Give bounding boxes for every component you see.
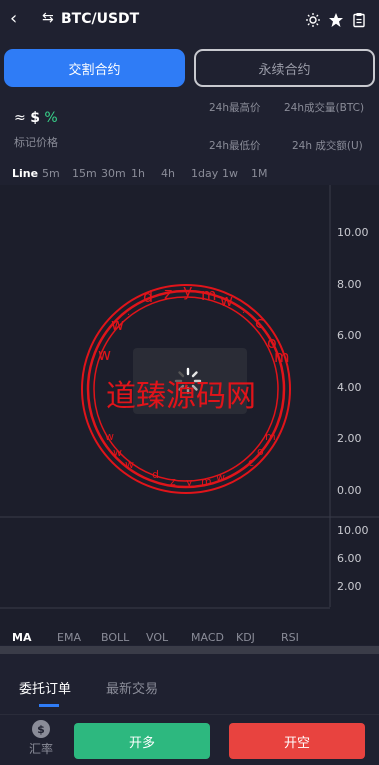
dollar-coin-icon: $ xyxy=(32,720,50,738)
svg-text:·: · xyxy=(242,308,245,319)
svg-text:m: m xyxy=(201,285,217,304)
timeframe-1h[interactable]: 1h xyxy=(131,167,145,180)
stat-24h-volume-btc: 24h成交量(BTC) xyxy=(284,102,365,114)
header: ‹ ⇆ BTC/USDT xyxy=(0,0,379,40)
indicator-vol[interactable]: VOL xyxy=(146,631,168,644)
timeframe-1M[interactable]: 1M xyxy=(251,167,268,180)
exchange-rate-label: 汇率 xyxy=(28,742,53,756)
svg-text:w: w xyxy=(216,471,225,484)
swap-arrows-icon[interactable]: ⇆ xyxy=(42,10,54,26)
contract-tabs: 交割合约 永续合约 xyxy=(4,49,375,89)
exchange-rate-button[interactable]: $ 汇率 xyxy=(26,720,56,757)
pair-title[interactable]: BTC/USDT xyxy=(61,11,139,27)
mark-price-label: 标记价格 xyxy=(14,136,58,149)
svg-text:m: m xyxy=(265,430,276,443)
svg-text:w: w xyxy=(113,446,122,459)
svg-text:o: o xyxy=(257,445,264,458)
back-chevron-icon[interactable]: ‹ xyxy=(10,8,17,29)
svg-text:w: w xyxy=(125,458,134,471)
dollar-sign: $ xyxy=(30,110,40,126)
svg-text:c: c xyxy=(255,313,264,332)
tab-open-orders[interactable]: 委托订单 xyxy=(19,678,71,697)
svg-text:y: y xyxy=(186,476,193,489)
tab-perpetual-contract[interactable]: 永续合约 xyxy=(194,49,375,87)
indicator-ema[interactable]: EMA xyxy=(57,631,81,644)
open-long-button[interactable]: 开多 xyxy=(74,723,210,759)
change-percent: % xyxy=(44,110,58,126)
order-tabs: 委托订单 最新交易 xyxy=(0,654,379,714)
svg-text:d: d xyxy=(143,287,153,306)
sub-axis-label: 6.00 xyxy=(337,552,362,565)
axis-label: 8.00 xyxy=(337,278,362,291)
timeframe-1w[interactable]: 1w xyxy=(222,167,238,180)
indicator-boll[interactable]: BOLL xyxy=(101,631,129,644)
sub-axis-label: 2.00 xyxy=(337,580,362,593)
watermark-stamp: dzy mw w · c· wo m www dz y mw moc 道臻源码网 xyxy=(81,281,291,494)
clipboard-icon[interactable] xyxy=(351,12,367,28)
svg-text:w: w xyxy=(111,315,124,334)
svg-text:d: d xyxy=(152,468,159,481)
timeframe-4h[interactable]: 4h xyxy=(161,167,175,180)
indicator-macd[interactable]: MACD xyxy=(191,631,224,644)
sub-axis-label: 10.00 xyxy=(337,524,369,537)
axis-label: 10.00 xyxy=(337,226,369,239)
timeframe-5m[interactable]: 5m xyxy=(42,167,60,180)
indicator-rsi[interactable]: RSI xyxy=(281,631,299,644)
svg-text:z: z xyxy=(164,284,172,303)
timeframe-30m[interactable]: 30m xyxy=(101,167,126,180)
indicator-ma[interactable]: MA xyxy=(12,631,31,644)
axis-label: 2.00 xyxy=(337,432,362,445)
axis-label: 0.00 xyxy=(337,484,362,497)
brightness-icon[interactable] xyxy=(305,12,321,28)
svg-text:m: m xyxy=(201,475,212,488)
section-divider xyxy=(0,646,379,654)
svg-text:z: z xyxy=(170,475,176,488)
axis-label: 4.00 xyxy=(337,381,362,394)
stat-24h-turnover-u: 24h 成交额(U) xyxy=(292,140,363,152)
stat-24h-high: 24h最高价 xyxy=(209,102,261,114)
approx-sign: ≈ xyxy=(14,110,26,126)
tab-delivery-contract[interactable]: 交割合约 xyxy=(4,49,185,87)
timeframe-15m[interactable]: 15m xyxy=(72,167,97,180)
price-display: ≈ $ % xyxy=(14,110,58,126)
open-short-button[interactable]: 开空 xyxy=(229,723,365,759)
axis-label: 6.00 xyxy=(337,329,362,342)
svg-text:m: m xyxy=(274,347,290,366)
active-tab-underline xyxy=(39,704,59,707)
timeframe-line[interactable]: Line xyxy=(12,167,38,180)
tab-latest-trades[interactable]: 最新交易 xyxy=(106,678,158,697)
svg-text:w: w xyxy=(105,430,114,443)
watermark-text: 道臻源码网 xyxy=(106,379,256,414)
svg-text:c: c xyxy=(248,456,254,469)
indicator-kdj[interactable]: KDJ xyxy=(236,631,255,644)
svg-text:w: w xyxy=(220,291,233,310)
timeframe-1day[interactable]: 1day xyxy=(191,167,218,180)
stat-24h-low: 24h最低价 xyxy=(209,140,261,152)
star-icon[interactable] xyxy=(328,12,344,28)
svg-text:y: y xyxy=(183,281,192,300)
svg-text:w: w xyxy=(98,345,111,364)
bottom-action-bar: $ 汇率 开多 开空 xyxy=(0,714,379,765)
svg-text:·: · xyxy=(127,310,130,321)
